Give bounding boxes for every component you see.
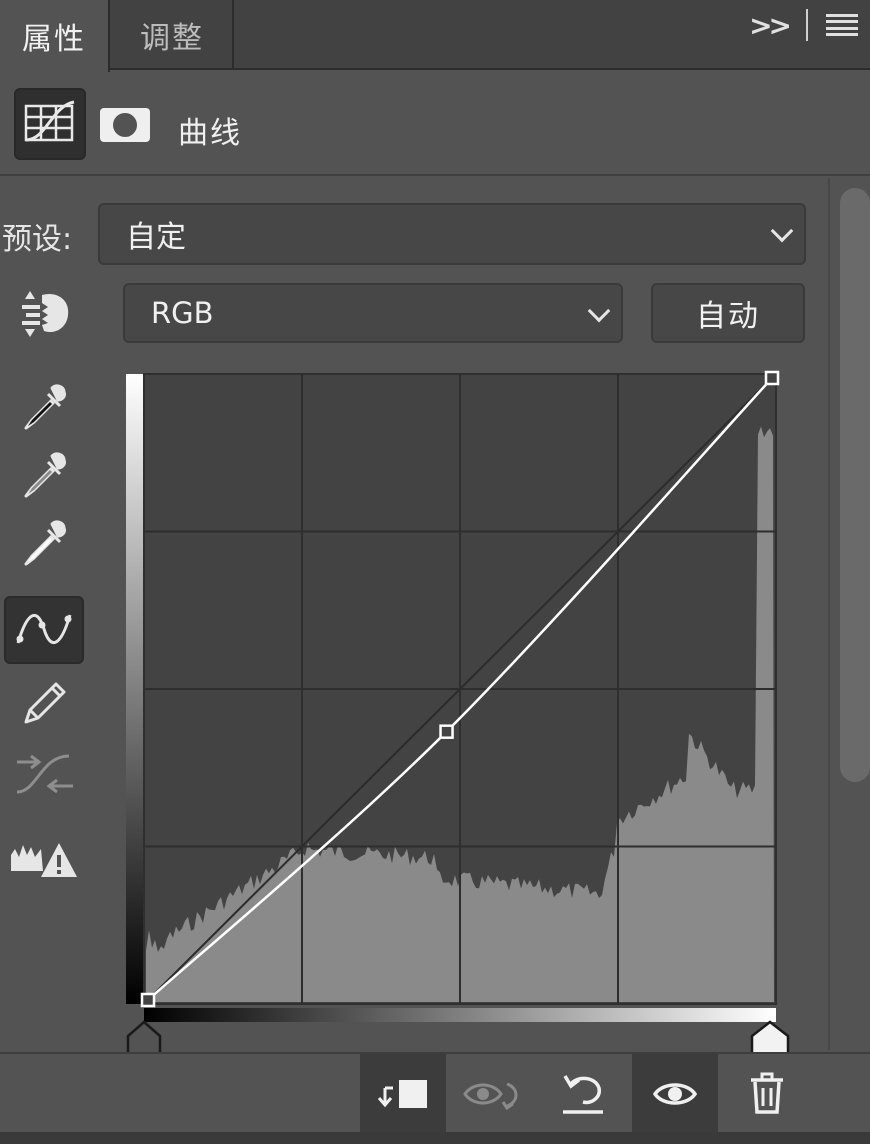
- black-point-eyedropper[interactable]: [4, 374, 84, 442]
- channel-value: RGB: [151, 296, 214, 330]
- view-previous-button[interactable]: [448, 1054, 534, 1134]
- curve-control-point[interactable]: [140, 992, 156, 1008]
- pencil-icon: [24, 682, 66, 724]
- preset-value: 自定: [126, 220, 186, 255]
- panel-title: 曲线: [178, 116, 242, 151]
- panel-controls: >>: [749, 0, 858, 50]
- white-point-slider[interactable]: [750, 1020, 790, 1054]
- chevron-down-icon: [587, 299, 611, 323]
- channel-dropdown[interactable]: RGB: [123, 283, 623, 343]
- reset-button[interactable]: [540, 1054, 626, 1134]
- curve-control-point[interactable]: [764, 370, 780, 386]
- smooth-curve-icon: [16, 754, 73, 794]
- gray-point-eyedropper[interactable]: [4, 442, 84, 510]
- output-gradient-bar: [126, 374, 144, 1004]
- tab-adjustments[interactable]: 调整: [112, 0, 234, 70]
- preset-label: 预设:: [2, 222, 73, 257]
- bottom-toolbar: [0, 1052, 870, 1134]
- properties-header: 曲线: [0, 72, 870, 176]
- hand-target-icon: [22, 291, 69, 337]
- curves-graph[interactable]: [120, 370, 800, 1054]
- edit-points-tool[interactable]: [4, 596, 84, 664]
- clip-to-layer-icon: [377, 1080, 427, 1108]
- smooth-curve-tool: [4, 740, 84, 808]
- tab-properties[interactable]: 属性: [0, 0, 110, 72]
- chevron-down-icon: [770, 219, 794, 243]
- black-point-slider[interactable]: [126, 1020, 162, 1054]
- clipping-warning-icon: [11, 843, 77, 877]
- clipping-warning-tool[interactable]: [4, 824, 84, 892]
- layer-mask-icon[interactable]: [100, 108, 150, 142]
- scrollbar-thumb[interactable]: [840, 188, 870, 782]
- panel-bottom-edge: [0, 1132, 870, 1144]
- targeted-adjustment-tool[interactable]: [4, 280, 84, 348]
- curve-point-tool-icon: [16, 613, 72, 645]
- delete-button[interactable]: [724, 1054, 810, 1134]
- clip-to-layer-button[interactable]: [360, 1054, 446, 1134]
- panel-tab-bar: 属性 调整 >>: [0, 0, 870, 72]
- view-previous-state-icon: [463, 1082, 518, 1111]
- reset-icon: [563, 1075, 603, 1114]
- visibility-eye-icon: [652, 1083, 698, 1105]
- preset-dropdown[interactable]: 自定: [98, 203, 806, 265]
- input-gradient-bar: [144, 1008, 776, 1022]
- sample-gray-eyedropper-icon: [24, 452, 66, 498]
- toggle-visibility-button[interactable]: [632, 1054, 718, 1134]
- collapse-panel-icon[interactable]: >>: [749, 9, 792, 42]
- auto-button[interactable]: 自动: [651, 283, 805, 343]
- draw-curve-tool[interactable]: [4, 670, 84, 738]
- divider: [806, 9, 808, 41]
- curves-adjustment-icon[interactable]: [14, 88, 86, 160]
- trash-icon: [751, 1072, 783, 1114]
- curve-control-point[interactable]: [439, 724, 454, 739]
- sample-black-eyedropper-icon: [24, 384, 66, 430]
- white-point-eyedropper[interactable]: [4, 510, 84, 578]
- sample-white-eyedropper-icon: [24, 520, 66, 566]
- panel-menu-icon[interactable]: [826, 14, 858, 36]
